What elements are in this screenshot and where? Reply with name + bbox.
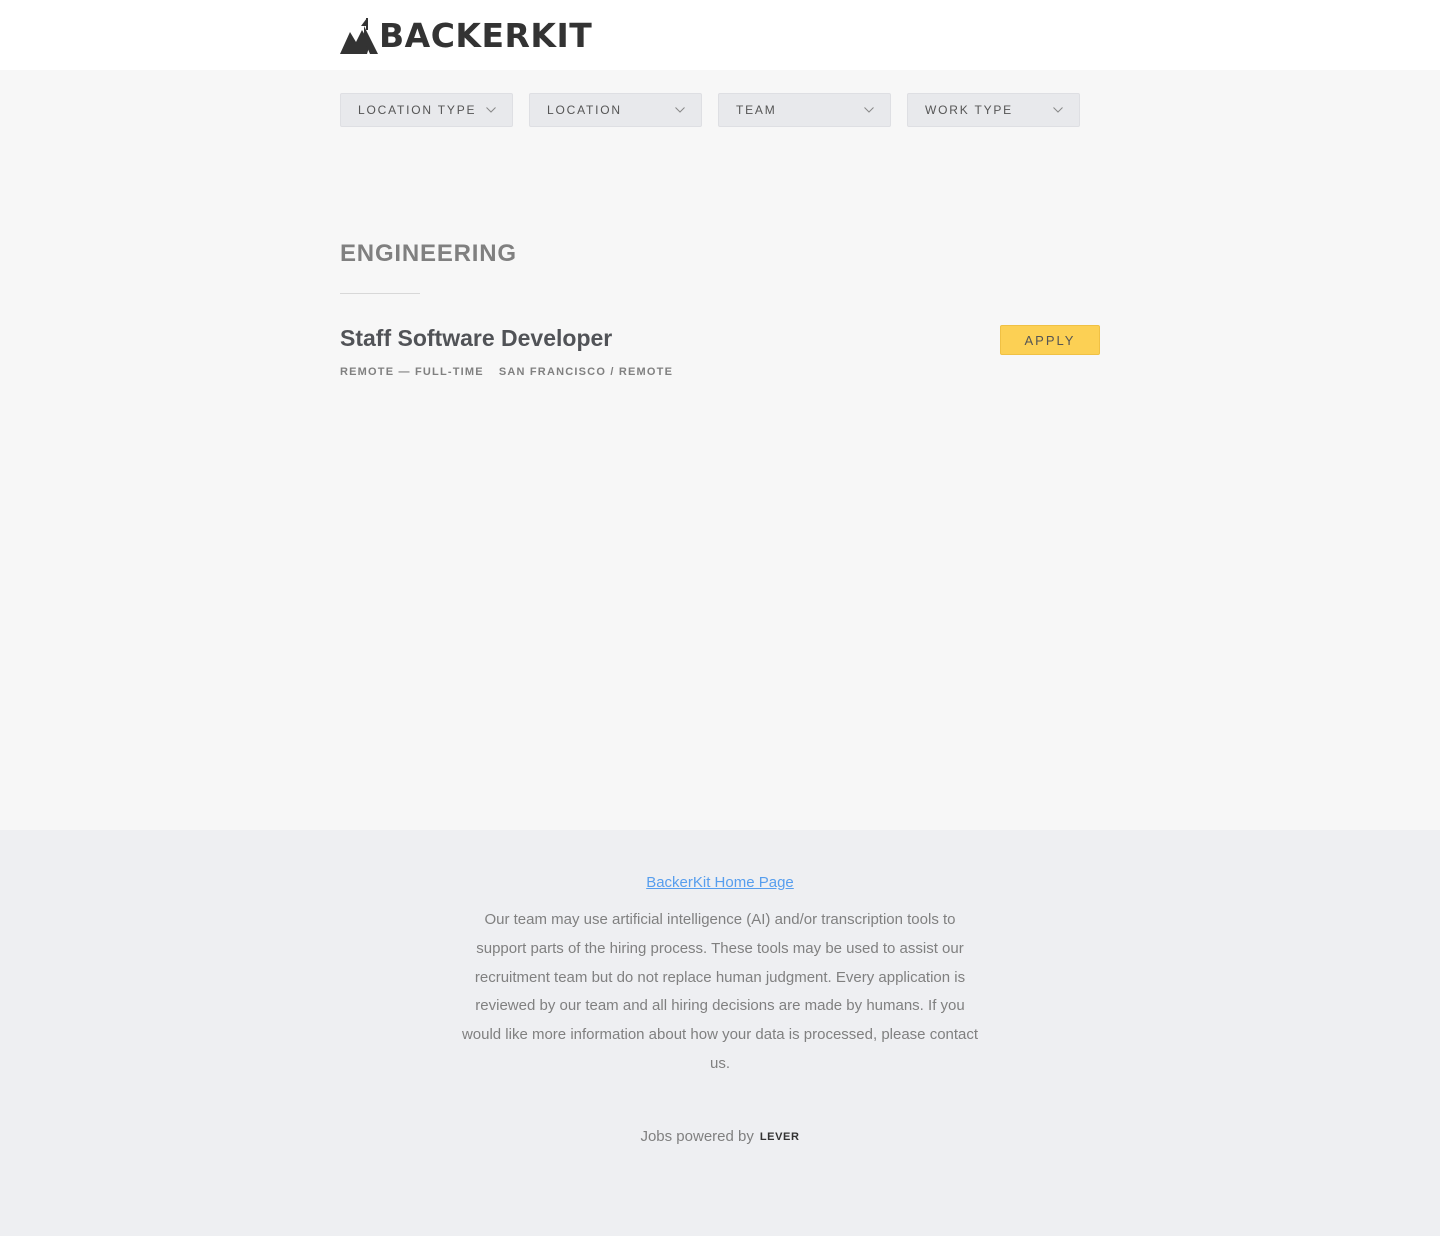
filter-label: TEAM (736, 103, 777, 117)
posting-meta: REMOTE — FULL-TIME SAN FRANCISCO / REMOT… (340, 366, 673, 378)
brand-logo[interactable]: BACKERKIT (340, 18, 592, 54)
home-page-link[interactable]: BackerKit Home Page (0, 874, 1440, 891)
work-type-filter[interactable]: WORK TYPE (907, 93, 1080, 127)
posting-title[interactable]: Staff Software Developer (340, 325, 612, 352)
location-filter[interactable]: LOCATION (529, 93, 702, 127)
footer: BackerKit Home Page Our team may use art… (0, 830, 1440, 1236)
chevron-down-icon (486, 107, 496, 113)
top-bar: BACKERKIT (0, 0, 1440, 70)
chevron-down-icon (675, 107, 685, 113)
filter-label: LOCATION (547, 103, 622, 117)
section-divider (340, 293, 420, 294)
filter-label: WORK TYPE (925, 103, 1013, 117)
job-listings: LOCATION TYPE LOCATION TEAM WORK TYPE EN… (0, 70, 1440, 830)
chevron-down-icon (864, 107, 874, 113)
location-type-filter[interactable]: LOCATION TYPE (340, 93, 513, 127)
brand-name: BACKERKIT (379, 16, 593, 55)
section-title: ENGINEERING (340, 240, 517, 267)
posting-commitment: REMOTE — FULL-TIME (340, 366, 484, 378)
filter-label: LOCATION TYPE (358, 103, 477, 117)
powered-by: Jobs powered by LEVER (0, 1128, 1440, 1145)
powered-by-label: Jobs powered by (640, 1128, 754, 1145)
posting-location: SAN FRANCISCO / REMOTE (498, 366, 674, 378)
apply-button[interactable]: APPLY (1000, 325, 1100, 355)
team-filter[interactable]: TEAM (718, 93, 891, 127)
tent-mountain-logo-icon (340, 18, 378, 54)
chevron-down-icon (1053, 107, 1063, 113)
lever-logo-link[interactable]: LEVER (760, 1131, 800, 1143)
filter-bar: LOCATION TYPE LOCATION TEAM WORK TYPE (340, 93, 1080, 127)
ai-disclaimer: Our team may use artificial intelligence… (461, 911, 979, 1072)
